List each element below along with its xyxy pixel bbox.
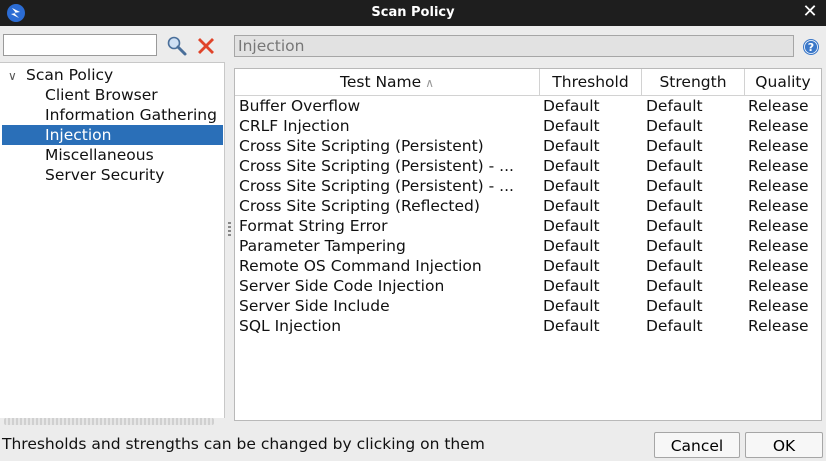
table-row[interactable]: Cross Site Scripting (Persistent) Defaul… xyxy=(235,136,821,156)
test-name-cell: Server Side Code Injection xyxy=(239,277,445,295)
title-bar: Scan Policy ✕ xyxy=(0,0,826,26)
test-name-cell: CRLF Injection xyxy=(239,117,350,135)
footer-bar: Thresholds and strengths can be changed … xyxy=(0,429,826,461)
scan-policy-dialog: Scan Policy ✕ ∨ Scan Policy Client Browse… xyxy=(0,0,826,461)
hint-text: Thresholds and strengths can be changed … xyxy=(2,435,485,453)
category-pane: ∨ Scan Policy Client Browser Information … xyxy=(0,26,226,429)
test-name-cell: Cross Site Scripting (Persistent) - ... xyxy=(239,177,514,195)
ok-button[interactable]: OK xyxy=(745,432,823,458)
strength-cell[interactable]: Default xyxy=(646,296,744,316)
strength-cell[interactable]: Default xyxy=(646,256,744,276)
table-row[interactable]: Cross Site Scripting (Reflected) Default… xyxy=(235,196,821,216)
table-row[interactable]: Parameter Tampering Default Default Rele… xyxy=(235,236,821,256)
tree-item-miscellaneous[interactable]: Miscellaneous xyxy=(2,145,223,165)
table-row[interactable]: Server Side Include Default Default Rele… xyxy=(235,296,821,316)
threshold-cell[interactable]: Default xyxy=(543,236,641,256)
tree-horizontal-scrollbar[interactable] xyxy=(4,418,214,425)
search-icon[interactable] xyxy=(165,34,189,58)
threshold-cell[interactable]: Default xyxy=(543,196,641,216)
test-name-cell: Cross Site Scripting (Persistent) - ... xyxy=(239,157,514,175)
cancel-button[interactable]: Cancel xyxy=(654,432,740,458)
threshold-cell[interactable]: Default xyxy=(543,316,641,336)
strength-cell[interactable]: Default xyxy=(646,156,744,176)
test-name-cell: Cross Site Scripting (Reflected) xyxy=(239,197,480,215)
strength-cell[interactable]: Default xyxy=(646,136,744,156)
table-row[interactable]: Cross Site Scripting (Persistent) - ... … xyxy=(235,156,821,176)
table-row[interactable]: Remote OS Command Injection Default Defa… xyxy=(235,256,821,276)
threshold-cell[interactable]: Default xyxy=(543,176,641,196)
splitter-grip-icon[interactable] xyxy=(228,222,231,236)
pane-splitter[interactable] xyxy=(226,26,234,429)
tree-item-information-gathering[interactable]: Information Gathering xyxy=(2,105,223,125)
threshold-cell[interactable]: Default xyxy=(543,276,641,296)
category-tree: ∨ Scan Policy Client Browser Information … xyxy=(0,62,225,418)
test-name-cell: Remote OS Command Injection xyxy=(239,257,482,275)
table-row[interactable]: Server Side Code Injection Default Defau… xyxy=(235,276,821,296)
quality-cell: Release xyxy=(748,237,809,255)
search-input[interactable] xyxy=(3,34,157,56)
window-title: Scan Policy xyxy=(371,5,455,20)
quality-cell: Release xyxy=(748,317,809,335)
test-name-cell: Buffer Overflow xyxy=(239,97,361,115)
test-name-cell: Server Side Include xyxy=(239,297,390,315)
table-row[interactable]: Buffer Overflow Default Default Release xyxy=(235,96,821,116)
test-name-cell: SQL Injection xyxy=(239,317,342,335)
test-name-cell: Parameter Tampering xyxy=(239,237,406,255)
table-row[interactable]: Format String Error Default Default Rele… xyxy=(235,216,821,236)
test-name-cell: Cross Site Scripting (Persistent) xyxy=(239,137,484,155)
tree-root-scan-policy[interactable]: ∨ Scan Policy xyxy=(8,65,113,85)
column-header-test-name[interactable]: Test Name ∧ xyxy=(235,69,540,95)
column-header-threshold[interactable]: Threshold xyxy=(540,69,642,95)
threshold-cell[interactable]: Default xyxy=(543,116,641,136)
help-icon[interactable]: ? xyxy=(802,38,820,56)
table-row[interactable]: SQL Injection Default Default Release xyxy=(235,316,821,336)
quality-cell: Release xyxy=(748,137,809,155)
svg-text:?: ? xyxy=(808,41,814,54)
tree-item-server-security[interactable]: Server Security xyxy=(2,165,223,185)
tests-table: Test Name ∧ Threshold Strength Quality Bu… xyxy=(234,68,822,421)
quality-cell: Release xyxy=(748,97,809,115)
threshold-cell[interactable]: Default xyxy=(543,256,641,276)
tests-pane: Injection ? Test Name ∧ Threshold Strengt… xyxy=(234,26,826,429)
strength-cell[interactable]: Default xyxy=(646,236,744,256)
table-row[interactable]: Cross Site Scripting (Persistent) - ... … xyxy=(235,176,821,196)
strength-cell[interactable]: Default xyxy=(646,276,744,296)
threshold-cell[interactable]: Default xyxy=(543,296,641,316)
threshold-cell[interactable]: Default xyxy=(543,156,641,176)
strength-cell[interactable]: Default xyxy=(646,176,744,196)
strength-cell[interactable]: Default xyxy=(646,116,744,136)
column-header-strength[interactable]: Strength xyxy=(642,69,745,95)
table-row[interactable]: CRLF Injection Default Default Release xyxy=(235,116,821,136)
tree-item-client-browser[interactable]: Client Browser xyxy=(2,85,223,105)
strength-cell[interactable]: Default xyxy=(646,96,744,116)
quality-cell: Release xyxy=(748,197,809,215)
chevron-down-icon[interactable]: ∨ xyxy=(8,66,22,86)
table-header: Test Name ∧ Threshold Strength Quality xyxy=(235,69,821,96)
threshold-cell[interactable]: Default xyxy=(543,136,641,156)
threshold-cell[interactable]: Default xyxy=(543,96,641,116)
strength-cell[interactable]: Default xyxy=(646,316,744,336)
selected-category-field: Injection xyxy=(234,35,794,57)
quality-cell: Release xyxy=(748,177,809,195)
quality-cell: Release xyxy=(748,157,809,175)
quality-cell: Release xyxy=(748,257,809,275)
strength-cell[interactable]: Default xyxy=(646,216,744,236)
strength-cell[interactable]: Default xyxy=(646,196,744,216)
quality-cell: Release xyxy=(748,297,809,315)
test-name-cell: Format String Error xyxy=(239,217,388,235)
tree-item-injection[interactable]: Injection xyxy=(2,125,223,145)
clear-search-icon[interactable] xyxy=(194,34,218,58)
quality-cell: Release xyxy=(748,277,809,295)
threshold-cell[interactable]: Default xyxy=(543,216,641,236)
sort-ascending-icon: ∧ xyxy=(425,76,434,90)
column-header-quality[interactable]: Quality xyxy=(745,69,821,95)
quality-cell: Release xyxy=(748,217,809,235)
close-icon[interactable]: ✕ xyxy=(800,2,820,22)
quality-cell: Release xyxy=(748,117,809,135)
